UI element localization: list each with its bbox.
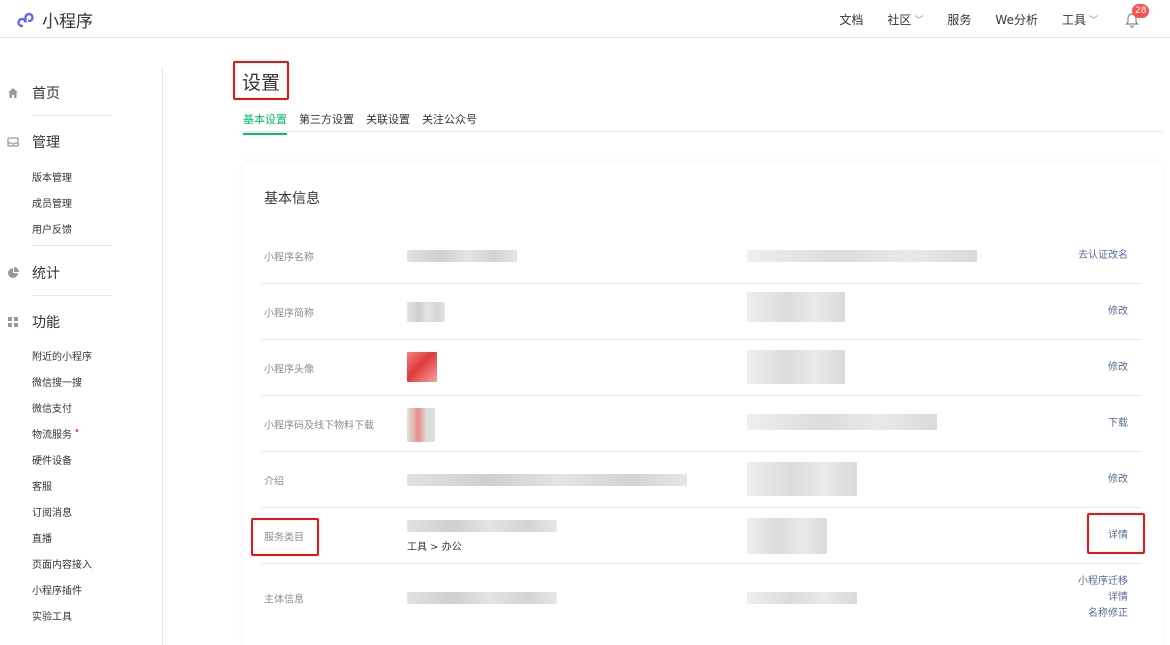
- sidebar-item-logistics[interactable]: 物流服务 •: [32, 426, 80, 441]
- edit-avatar-link[interactable]: 修改: [1108, 360, 1128, 376]
- migrate-miniprogram-link[interactable]: 小程序迁移: [1078, 574, 1128, 590]
- redacted-value: [407, 474, 687, 486]
- top-bar: 小程序 文档 社区 ﹀ 服务 We分析 工具 ﹀ 28: [0, 0, 1170, 38]
- sidebar-item-hardware[interactable]: 硬件设备: [32, 452, 72, 467]
- highlight-box-detail: [1087, 513, 1145, 554]
- sidebar-item-stats[interactable]: 统计: [6, 263, 60, 283]
- sidebar-item-lab-tools[interactable]: 实验工具: [32, 608, 72, 623]
- redacted-value: [407, 520, 557, 532]
- sidebar-separator: [32, 295, 112, 296]
- top-nav: 文档 社区 ﹀ 服务 We分析 工具 ﹀ 28: [815, 0, 1150, 38]
- info-row-service-category: 服务类目 工具 > 办公 详情: [261, 508, 1141, 564]
- sidebar-divider: [162, 67, 163, 645]
- avatar: [407, 352, 437, 382]
- highlight-box-title: [233, 61, 289, 100]
- manage-icon: [6, 135, 20, 149]
- name-correction-link[interactable]: 名称修正: [1078, 606, 1128, 622]
- info-row-qrcode: 小程序码及线下物料下载 下载: [261, 396, 1141, 452]
- entity-actions: 小程序迁移 详情 名称修正: [1078, 574, 1128, 622]
- edit-short-name-link[interactable]: 修改: [1108, 304, 1128, 320]
- nav-services[interactable]: 服务: [947, 11, 971, 28]
- info-row-name: 小程序名称 去认证改名: [261, 228, 1141, 284]
- sidebar-item-content-access[interactable]: 页面内容接入: [32, 556, 92, 571]
- sidebar-item-nearby-miniprogram[interactable]: 附近的小程序: [32, 348, 92, 363]
- sidebar-separator: [32, 245, 112, 246]
- tabs-divider: [243, 131, 1163, 132]
- info-row-avatar: 小程序头像 修改: [261, 340, 1141, 396]
- service-category-value: 工具 > 办公: [407, 542, 462, 553]
- nav-we-analytics[interactable]: We分析: [995, 11, 1038, 28]
- redacted-value: [407, 592, 557, 604]
- redacted-value: [747, 350, 845, 384]
- sidebar-item-manage[interactable]: 管理: [6, 132, 60, 152]
- sidebar-item-features[interactable]: 功能: [6, 312, 60, 332]
- redacted-value: [407, 302, 445, 322]
- app-logo[interactable]: 小程序: [16, 7, 93, 32]
- nav-tools[interactable]: 工具 ﹀: [1062, 11, 1098, 28]
- info-row-short-name: 小程序简称 修改: [261, 284, 1141, 340]
- grid-icon: [6, 315, 20, 329]
- app-title: 小程序: [42, 12, 93, 32]
- sidebar-item-customer-service[interactable]: 客服: [32, 478, 52, 493]
- sidebar-item-user-feedback[interactable]: 用户反馈: [32, 221, 72, 236]
- redacted-value: [747, 250, 977, 262]
- verify-rename-link[interactable]: 去认证改名: [1078, 248, 1128, 264]
- pie-chart-icon: [6, 266, 20, 280]
- redacted-value: [747, 414, 937, 430]
- redacted-value: [747, 462, 857, 496]
- info-row-intro: 介绍 修改: [261, 452, 1141, 508]
- edit-intro-link[interactable]: 修改: [1108, 472, 1128, 488]
- info-row-entity: 主体信息 小程序迁移 详情 名称修正: [261, 564, 1141, 632]
- download-link[interactable]: 下载: [1108, 416, 1128, 432]
- qrcode-thumbnail: [407, 408, 435, 442]
- redacted-value: [747, 592, 857, 604]
- miniprogram-logo-icon: [17, 12, 34, 27]
- redacted-value: [407, 250, 517, 262]
- sidebar-item-plugins[interactable]: 小程序插件: [32, 582, 82, 597]
- new-dot: •: [74, 426, 80, 437]
- chevron-down-icon: ﹀: [1088, 15, 1098, 26]
- basic-info-card: 基本信息 小程序名称 去认证改名 小程序简称 修改 小程序头像 修改 小程序码及…: [243, 162, 1163, 645]
- nav-community[interactable]: 社区 ﹀: [887, 11, 923, 28]
- redacted-value: [747, 518, 827, 554]
- entity-detail-link[interactable]: 详情: [1078, 590, 1128, 606]
- sidebar-item-subscribe-message[interactable]: 订阅消息: [32, 504, 72, 519]
- basic-info-title: 基本信息: [264, 191, 320, 207]
- nav-docs[interactable]: 文档: [839, 11, 863, 28]
- chevron-down-icon: ﹀: [914, 15, 924, 26]
- sidebar-item-member-management[interactable]: 成员管理: [32, 195, 72, 210]
- sidebar-item-wechat-pay[interactable]: 微信支付: [32, 400, 72, 415]
- sidebar-item-version-management[interactable]: 版本管理: [32, 169, 72, 184]
- home-icon: [6, 86, 20, 100]
- highlight-box-service-category: [251, 518, 319, 556]
- notification-count-badge: 28: [1132, 4, 1150, 18]
- sidebar-item-wechat-search[interactable]: 微信搜一搜: [32, 374, 82, 389]
- notification-button[interactable]: 28: [1124, 4, 1150, 30]
- sidebar: 首页 管理 版本管理 成员管理 用户反馈 统计 功能 附近的小程序 微信搜一搜 …: [0, 39, 164, 645]
- sidebar-separator: [32, 115, 112, 116]
- sidebar-item-home[interactable]: 首页: [6, 83, 60, 103]
- redacted-value: [747, 292, 845, 322]
- sidebar-item-live[interactable]: 直播: [32, 530, 52, 545]
